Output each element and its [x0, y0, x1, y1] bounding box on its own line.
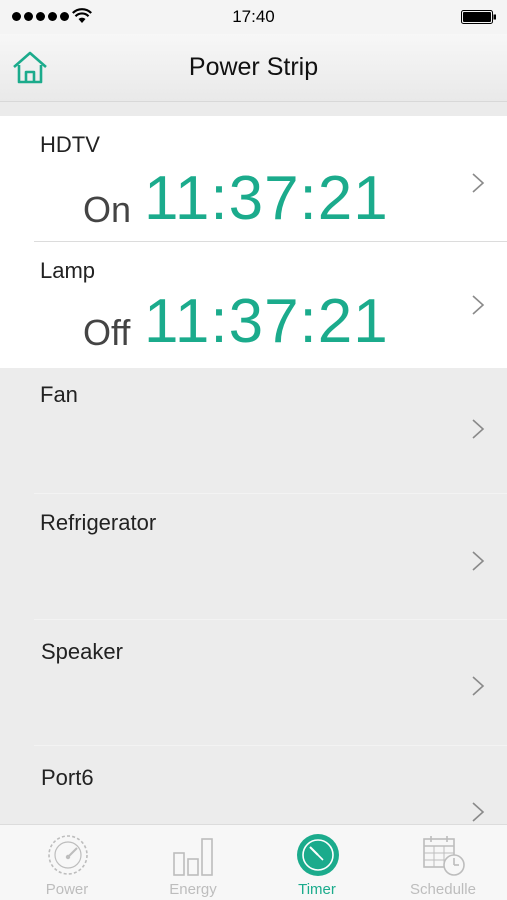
outlet-timer: 11:37:21: [144, 164, 389, 233]
outlet-name: Lamp: [40, 258, 96, 283]
chevron-right-icon: [472, 295, 485, 315]
tab-label: Energy: [169, 881, 217, 898]
tab-energy[interactable]: Energy: [130, 825, 256, 900]
outlet-state: On: [83, 189, 132, 230]
tab-label: Schedulle: [410, 881, 476, 898]
tab-power[interactable]: Power: [4, 825, 130, 900]
tab-label: Power: [45, 881, 89, 898]
outlet-name: HDTV: [40, 132, 100, 157]
page-title: Power Strip: [188, 53, 319, 81]
outlet-state: Off: [83, 312, 131, 353]
chevron-right-icon: [472, 676, 485, 696]
gauge-icon: [48, 835, 88, 875]
outlet-name: Fan: [40, 382, 78, 407]
outlet-timer: 11:37:21: [144, 287, 389, 356]
outlet-row-hdtv[interactable]: HDTV On 11:37:21: [0, 116, 507, 242]
tab-schedule[interactable]: Schedulle: [380, 825, 506, 900]
chevron-right-icon: [472, 802, 485, 822]
tab-label: Timer: [298, 881, 336, 898]
chevron-right-icon: [472, 419, 485, 439]
nav-bar: Power Strip: [0, 34, 507, 102]
outlet-name: Port6: [41, 765, 94, 790]
outlet-row-refrigerator[interactable]: Refrigerator: [0, 494, 507, 620]
outlet-name: Refrigerator: [40, 510, 157, 535]
timer-icon: [297, 834, 339, 876]
battery-icon: [461, 10, 496, 24]
outlet-row-speaker[interactable]: Speaker: [0, 620, 507, 746]
outlet-name: Speaker: [41, 639, 123, 664]
outlet-list: HDTV On 11:37:21 Lamp Off 11:37:21 Fan R…: [0, 116, 507, 824]
outlet-row-fan[interactable]: Fan: [0, 368, 507, 494]
tab-bar: Power Energy Timer Schedulle: [0, 824, 507, 900]
tab-timer[interactable]: Timer: [254, 825, 380, 900]
status-clock: 17:40: [232, 7, 275, 26]
outlet-row-lamp[interactable]: Lamp Off 11:37:21: [0, 242, 507, 368]
chevron-right-icon: [472, 173, 485, 193]
bar-chart-icon: [173, 838, 213, 876]
outlet-row-port6[interactable]: Port6: [0, 746, 507, 824]
calendar-clock-icon: [423, 836, 465, 876]
status-bar: 17:40: [0, 0, 507, 34]
chevron-right-icon: [472, 551, 485, 571]
